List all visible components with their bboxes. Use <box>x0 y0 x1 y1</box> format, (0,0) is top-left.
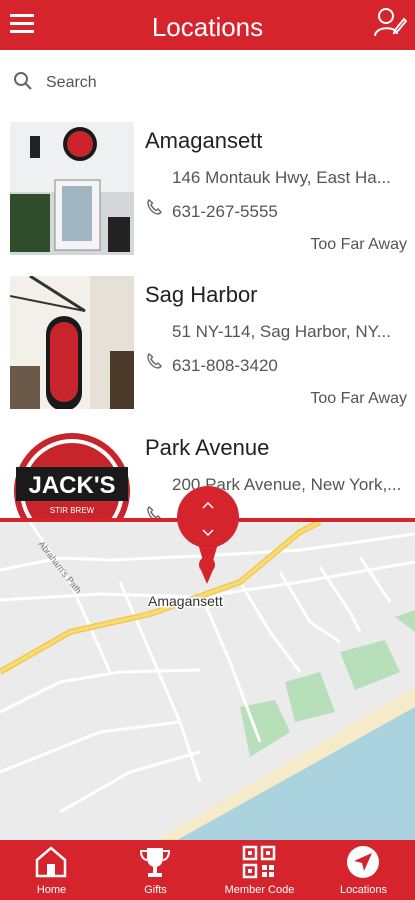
location-distance: Too Far Away <box>310 390 407 407</box>
expand-collapse-icon <box>202 501 214 537</box>
search-bar <box>0 58 415 106</box>
logo-subtext: STIR BREW <box>50 506 95 515</box>
location-name: Park Avenue <box>145 435 270 460</box>
tab-label: Home <box>36 884 67 896</box>
map-toggle-button[interactable] <box>177 486 239 548</box>
home-icon <box>35 846 67 878</box>
tab-home[interactable]: Home <box>0 840 103 900</box>
location-address: 146 Montauk Hwy, East Ha... <box>172 168 391 187</box>
logo-text: JACK'S <box>28 472 115 499</box>
tab-member-code[interactable]: Member Code <box>208 840 311 900</box>
location-phone[interactable]: 631-808-3420 <box>172 356 278 376</box>
location-item-sag-harbor[interactable]: Sag Harbor 51 NY-114, Sag Harbor, NY... … <box>0 276 415 426</box>
top-bar: Locations <box>0 0 415 50</box>
qr-code-icon <box>242 845 276 879</box>
phone-icon[interactable] <box>145 198 163 216</box>
phone-icon[interactable] <box>145 352 163 370</box>
tab-gifts[interactable]: Gifts <box>104 840 207 900</box>
bottom-navigation: Home Gifts Member Code Locations <box>0 840 415 900</box>
page-title: Locations <box>151 12 264 42</box>
tab-label: Locations <box>339 884 388 896</box>
location-photo <box>10 276 134 409</box>
edit-profile-icon[interactable] <box>373 6 407 40</box>
location-distance: Too Far Away <box>310 236 407 253</box>
location-photo <box>10 122 134 255</box>
search-icon <box>14 72 32 90</box>
tab-locations[interactable]: Locations <box>312 840 415 900</box>
search-input[interactable] <box>44 66 388 100</box>
phone-icon[interactable] <box>145 505 163 518</box>
navigation-icon <box>347 846 379 878</box>
location-address: 51 NY-114, Sag Harbor, NY... <box>172 322 391 341</box>
location-name: Sag Harbor <box>145 282 258 307</box>
location-name: Amagansett <box>145 128 263 153</box>
tab-label: Member Code <box>224 884 295 896</box>
location-item-amagansett[interactable]: Amagansett 146 Montauk Hwy, East Ha... 6… <box>0 122 415 272</box>
location-logo: JACK'S STIR BREW <box>10 429 134 518</box>
place-label: Amagansett <box>148 593 223 609</box>
tab-label: Gifts <box>144 884 167 896</box>
location-phone[interactable]: 631-267-5555 <box>172 202 278 222</box>
trophy-icon <box>139 848 171 877</box>
